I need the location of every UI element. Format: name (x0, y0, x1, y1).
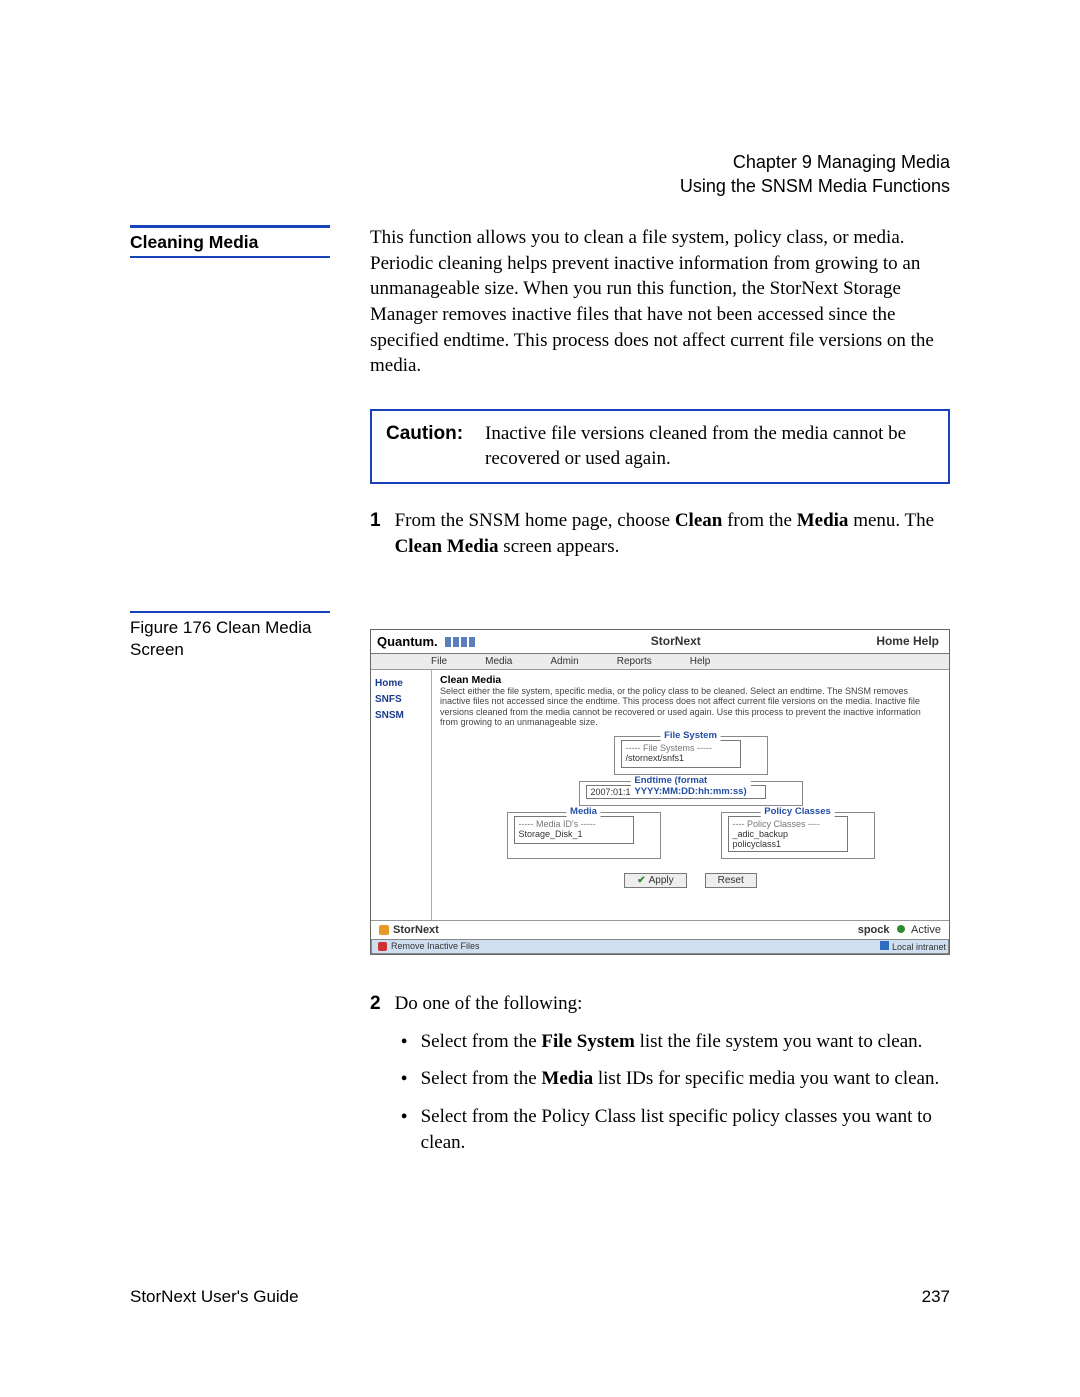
caution-text: Inactive file versions cleaned from the … (485, 421, 934, 472)
footer-left: StorNext User's Guide (130, 1287, 299, 1307)
page: Chapter 9 Managing Media Using the SNSM … (0, 0, 1080, 1397)
browser-status-bar: Remove Inactive Files Local intranet (371, 939, 949, 954)
bullet-media: Select from the Media list IDs for speci… (395, 1066, 950, 1092)
app-title: StorNext (475, 634, 876, 648)
step-text: From the SNSM home page, choose Clean fr… (395, 508, 950, 560)
step-number: 2 (370, 991, 381, 1156)
sidebar-snfs[interactable]: SNFS (375, 692, 427, 708)
media-group: Media ----- Media ID's ----- Storage_Dis… (507, 812, 661, 859)
menu-help[interactable]: Help (690, 656, 711, 667)
stornext-icon (379, 925, 389, 935)
apply-button[interactable]: ✔Apply (624, 873, 686, 888)
caution-box: Caution: Inactive file versions cleaned … (370, 409, 950, 484)
step-2: 2 Do one of the following: Select from t… (370, 991, 950, 1156)
endtime-legend: Endtime (format YYYY:MM:DD:hh:mm:ss) (630, 775, 750, 797)
step-number: 1 (370, 508, 381, 560)
filesystem-legend: File System (660, 730, 721, 741)
menu-file[interactable]: File (431, 656, 447, 667)
menu-admin[interactable]: Admin (550, 656, 578, 667)
sidebar-snsm[interactable]: SNSM (375, 708, 427, 724)
screenshot-footer: StorNext spock Active (371, 920, 949, 939)
section-heading: Cleaning Media (130, 225, 330, 258)
step-1: 1 From the SNSM home page, choose Clean … (370, 508, 950, 560)
active-dot-icon (897, 925, 905, 933)
bullet-filesystem: Select from the File System list the fil… (395, 1029, 950, 1055)
footer-status: spock Active (858, 924, 941, 936)
policy-legend: Policy Classes (760, 806, 835, 817)
policy-listbox[interactable]: ---- Policy Classes ---- _adic_backup po… (728, 816, 848, 852)
menu-reports[interactable]: Reports (617, 656, 652, 667)
bullet-list: Select from the File System list the fil… (395, 1029, 950, 1156)
screenshot-clean-media: Quantum. StorNext Home Help File Media A… (370, 629, 950, 955)
page-footer: StorNext User's Guide 237 (130, 1287, 950, 1307)
endtime-group: Endtime (format YYYY:MM:DD:hh:mm:ss) 200… (579, 781, 803, 806)
policy-group: Policy Classes ---- Policy Classes ---- … (721, 812, 875, 859)
intranet-icon (880, 941, 889, 950)
figure-caption: Figure 176 Clean Media Screen (130, 611, 330, 955)
chapter-title: Chapter 9 Managing Media (680, 150, 950, 174)
bullet-policy: Select from the Policy Class list specif… (395, 1104, 950, 1155)
help-links[interactable]: Home Help (876, 634, 939, 648)
reset-button[interactable]: Reset (705, 873, 757, 888)
panel-title: Clean Media (440, 674, 941, 686)
media-listbox[interactable]: ----- Media ID's ----- Storage_Disk_1 (514, 816, 634, 844)
section-title: Using the SNSM Media Functions (680, 174, 950, 198)
filesystem-listbox[interactable]: ----- File Systems ----- /stornext/snfs1 (621, 740, 741, 768)
sidebar-home[interactable]: Home (375, 676, 427, 692)
media-legend: Media (566, 806, 601, 817)
menu-bar: File Media Admin Reports Help (371, 654, 949, 670)
panel-description: Select either the file system, specific … (440, 686, 941, 728)
running-header: Chapter 9 Managing Media Using the SNSM … (680, 150, 950, 199)
footer-page-number: 237 (922, 1287, 950, 1307)
intro-paragraph: This function allows you to clean a file… (370, 225, 950, 379)
filesystem-group: File System ----- File Systems ----- /st… (614, 736, 768, 775)
caution-label: Caution: (386, 421, 463, 472)
status-icon (378, 942, 387, 951)
brand-logo: Quantum. (377, 634, 475, 649)
sidebar: Home SNFS SNSM (371, 670, 432, 920)
menu-media[interactable]: Media (485, 656, 512, 667)
step-text: Do one of the following: (395, 991, 950, 1017)
